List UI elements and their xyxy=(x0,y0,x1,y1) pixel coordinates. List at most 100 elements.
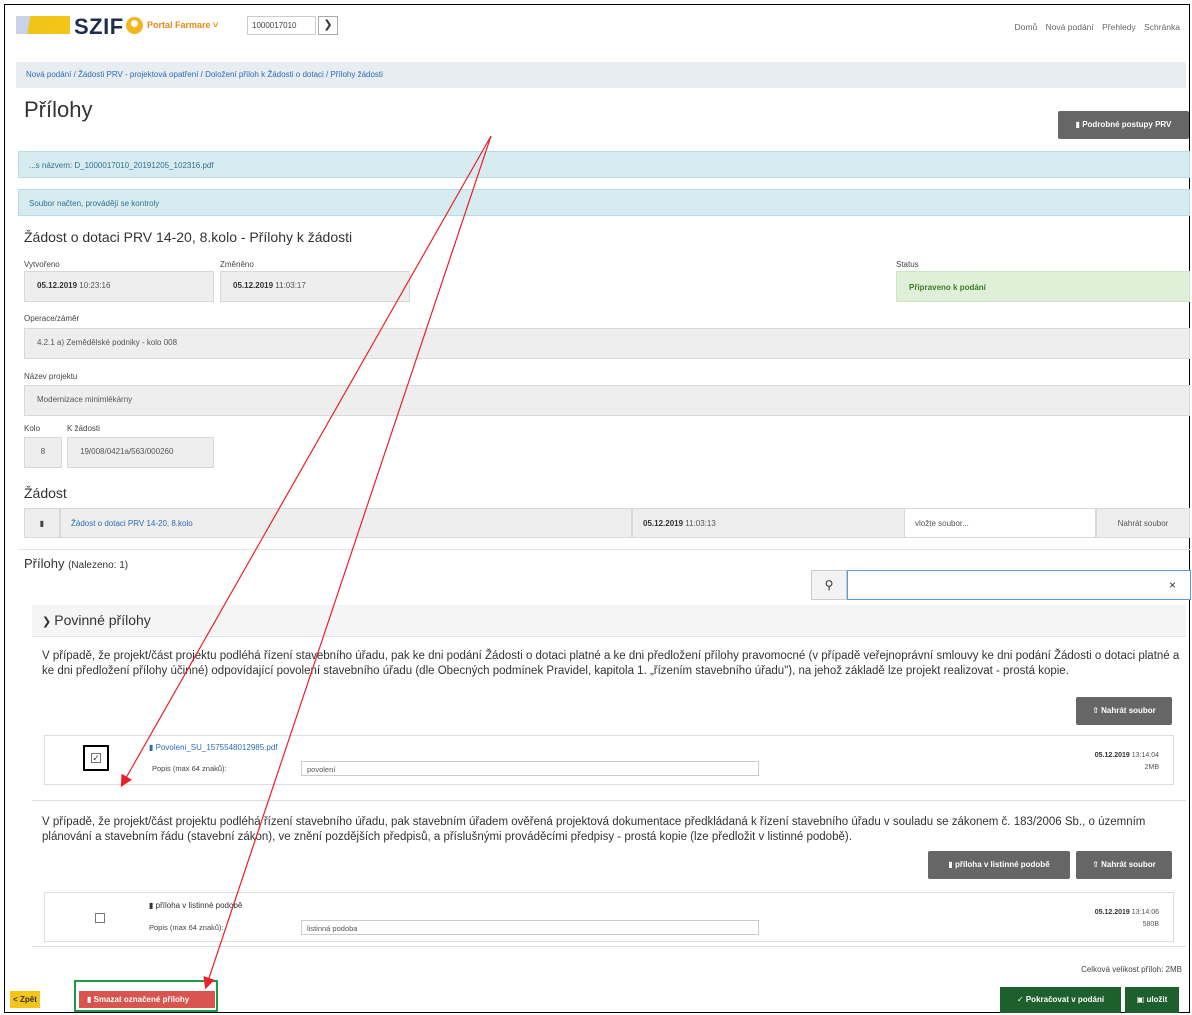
file-name: příloha v listinné podobě xyxy=(155,901,243,910)
divider xyxy=(32,800,1186,801)
desc-label: Popis (max 64 znaků): xyxy=(149,923,224,932)
attachment-1-checkbox[interactable]: ✓ xyxy=(91,753,101,763)
created-time: 10:23:16 xyxy=(79,281,111,290)
alert-loading: Soubor načten, provádějí se kontroly xyxy=(18,189,1190,216)
client-id-input[interactable]: 1000017010 xyxy=(247,16,316,35)
save-icon: ▣ xyxy=(1136,995,1147,1004)
attachment-2-checkbox[interactable] xyxy=(95,913,105,923)
document-icon: ▮ xyxy=(149,901,156,910)
guide-button-label: Podrobné postupy PRV xyxy=(1082,120,1172,129)
top-nav: Domů Nová podání Přehledy Schránka xyxy=(1009,22,1181,32)
prilohy-title: Přílohy xyxy=(24,556,65,571)
operation-value: 4.2.1 a) Zemědělské podniky - kolo 008 xyxy=(24,328,1190,359)
upload-icon: ⇧ xyxy=(1092,860,1102,869)
search-input[interactable]: × xyxy=(847,570,1191,600)
created-value: 05.12.2019 10:23:16 xyxy=(24,271,214,302)
status-badge: Připraveno k podání xyxy=(896,271,1190,302)
attachment-2-text: V případě, že projekt/část projektu podl… xyxy=(42,816,1146,843)
ref-label: K žádosti xyxy=(67,424,100,433)
guide-button[interactable]: ▮ Podrobné postupy PRV xyxy=(1058,111,1189,139)
attachment-2-time: 13:14:06 xyxy=(1131,909,1159,916)
attachment-2-row: ▮ příloha v listinné podobě Popis (max 6… xyxy=(44,892,1174,942)
zadost-upload-button[interactable]: Nahrát soubor xyxy=(1096,508,1190,538)
zadost-doc-date: 05.12.2019 11:03:13 xyxy=(632,508,928,538)
upload-label: Nahrát soubor xyxy=(1101,706,1156,715)
total-size: Celková velikost příloh: 2MB xyxy=(1081,965,1182,974)
attachment-2-file: ▮ příloha v listinné podobě xyxy=(149,901,242,910)
project-label: Název projektu xyxy=(24,372,78,381)
continue-button[interactable]: ✓ Pokračovat v podání xyxy=(1000,987,1121,1013)
round-value: 8 xyxy=(24,437,62,468)
paper-form-button[interactable]: ▮ příloha v listinné podobě xyxy=(928,851,1070,879)
attachment-2-desc-input[interactable]: listinná podoba xyxy=(301,920,759,935)
divider xyxy=(18,549,1190,550)
portal-menu[interactable]: Portal Farmare ˅ xyxy=(147,20,218,30)
logo[interactable]: SZIF xyxy=(74,14,124,40)
document-icon: ▮ xyxy=(948,860,955,869)
changed-label: Změněno xyxy=(220,260,254,269)
check-icon: ✓ xyxy=(1016,995,1026,1004)
file-name: Povoleni_SU_1575548012985.pdf xyxy=(155,743,278,752)
desc-label: Popis (max 64 znaků): xyxy=(152,764,227,773)
continue-label: Pokračovat v podání xyxy=(1025,995,1105,1004)
file-icon: ▮ xyxy=(24,508,60,538)
clear-icon[interactable]: × xyxy=(1169,578,1176,592)
request-heading: Žádost o dotaci PRV 14-20, 8.kolo - Příl… xyxy=(24,229,353,245)
chevron-right-icon[interactable]: ❯ xyxy=(318,16,338,35)
upload-label: Nahrát soubor xyxy=(1101,860,1156,869)
search-icon[interactable]: ⚲ xyxy=(811,570,847,600)
attachment-2-upload-button[interactable]: ⇧ Nahrát soubor xyxy=(1076,851,1172,879)
top-bar: SZIF Portal Farmare ˅ 1000017010 ❯ Domů … xyxy=(10,10,1186,42)
attachment-1-text: V případě, že projekt/část projektu podl… xyxy=(42,650,1180,677)
attachment-2-date: 05.12.2019 xyxy=(1094,909,1130,916)
changed-date: 05.12.2019 xyxy=(233,281,274,290)
user-icon xyxy=(126,17,143,34)
breadcrumb[interactable]: Nová podání / Žádosti PRV - projektová o… xyxy=(16,62,1186,88)
nav-home[interactable]: Domů xyxy=(1015,22,1038,32)
attachment-1-meta: 05.12.2019 13:14:04 2MB xyxy=(1095,750,1159,774)
created-label: Vytvořeno xyxy=(24,260,60,269)
attachment-1-file-link[interactable]: ▮ Povoleni_SU_1575548012985.pdf xyxy=(149,743,278,752)
save-button[interactable]: ▣ uložit xyxy=(1125,987,1179,1013)
prilohy-heading: Přílohy (Nalezeno: 1) xyxy=(24,556,128,571)
ref-value: 19/008/0421a/563/000260 xyxy=(67,437,214,468)
created-date: 05.12.2019 xyxy=(37,281,78,290)
trash-icon: ▮ xyxy=(87,995,94,1004)
szif-logo-stripe xyxy=(16,16,70,34)
changed-time: 11:03:17 xyxy=(275,281,306,290)
nav-overviews[interactable]: Přehledy xyxy=(1102,22,1136,32)
zadost-date: 05.12.2019 xyxy=(643,519,684,528)
page-title: Přílohy xyxy=(24,97,93,122)
delete-label: Smazat označené přílohy xyxy=(93,995,190,1004)
zadost-doc-row: ▮ Žádost o dotaci PRV 14-20, 8.kolo 05.1… xyxy=(24,508,1190,538)
chevron-down-icon: ❯ xyxy=(42,616,55,628)
attachment-2-size: 580B xyxy=(1142,921,1159,928)
nav-new-submissions[interactable]: Nová podání xyxy=(1046,22,1094,32)
save-label: uložit xyxy=(1146,995,1168,1004)
section-mandatory-attachments[interactable]: ❯ Povinné přílohy xyxy=(32,605,1186,637)
attachment-1-date: 05.12.2019 xyxy=(1094,752,1130,759)
changed-value: 05.12.2019 11:03:17 xyxy=(220,271,410,302)
attachment-2-meta: 05.12.2019 13:14:06 580B xyxy=(1095,907,1159,931)
nav-inbox[interactable]: Schránka xyxy=(1144,22,1180,32)
attachment-1-size: 2MB xyxy=(1144,764,1159,771)
attachment-1-upload-button[interactable]: ⇧ Nahrát soubor xyxy=(1076,697,1172,725)
divider xyxy=(32,946,1186,947)
round-label: Kolo xyxy=(24,424,41,433)
delete-selected-button[interactable]: ▮ Smazat označené přílohy xyxy=(79,991,215,1008)
section-title: Povinné přílohy xyxy=(54,612,151,628)
back-button[interactable]: < Zpět xyxy=(10,991,40,1008)
attachment-1-time: 13:14:04 xyxy=(1131,752,1159,759)
attachment-1-desc-input[interactable]: povolení xyxy=(301,761,759,776)
zadost-time: 11:03:13 xyxy=(685,519,716,528)
alert-file-name: ...s názvem: D_1000017010_20191205_10231… xyxy=(18,151,1190,178)
operation-label: Operace/záměr xyxy=(24,314,80,323)
zadost-doc-link[interactable]: Žádost o dotaci PRV 14-20, 8.kolo xyxy=(60,508,632,538)
zadost-heading: Žádost xyxy=(24,485,67,501)
file-input[interactable]: vložte soubor... xyxy=(904,508,1096,538)
status-label: Status xyxy=(896,260,919,269)
project-value: Modernizace minimlékárny xyxy=(24,385,1190,416)
paper-label: příloha v listinné podobě xyxy=(954,860,1050,869)
upload-icon: ⇧ xyxy=(1092,706,1102,715)
prilohy-count: (Nalezeno: 1) xyxy=(68,560,129,571)
